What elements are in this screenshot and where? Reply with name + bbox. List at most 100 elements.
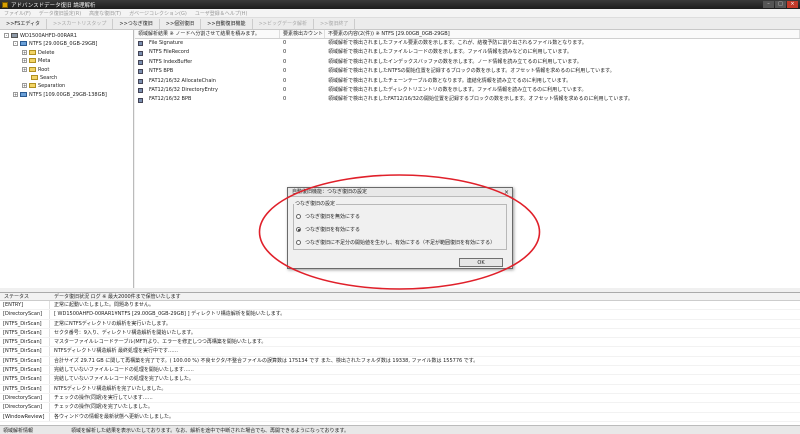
menu-help[interactable]: ユーザ登録＆ヘルプ(H) xyxy=(191,10,252,17)
log-message: チェックの操作(同期)を完了いたしました。 xyxy=(54,404,153,411)
status-left: 領域解析情報 xyxy=(3,427,34,434)
tree-item-folder[interactable]: + Meta xyxy=(0,57,133,65)
radio-disable-splice[interactable]: つなぎ復旧を無効にする xyxy=(296,213,360,220)
tree-item-label: NTFS [109.00GB_29GB-138GB] xyxy=(29,91,107,98)
row-name: NTFS IndexBuffer xyxy=(149,58,193,65)
record-icon xyxy=(138,78,143,84)
row-count: 0 xyxy=(283,40,287,46)
log-row[interactable]: [NTFS_DirScan] マスターファイルレコードテーブル(MFT)より、エラ… xyxy=(0,338,800,348)
list-row[interactable]: File Signature 0 領域解析で検出されましたファイル要素の数を示します… xyxy=(135,39,800,48)
list-row[interactable]: FAT12/16/32 BPB 0 領域解析で検出されましたFAT12/16/32の… xyxy=(135,95,800,104)
end-recovery-button[interactable]: >>復旧終了 xyxy=(314,18,356,29)
expander-icon[interactable]: + xyxy=(22,66,27,72)
folder-icon xyxy=(29,66,36,72)
radio-selected-icon xyxy=(296,227,301,232)
log-message: セクタ番号：9入り、ディレクトリ構造解析を開始いたします。 xyxy=(54,329,196,336)
log-message: NTFSディレクトリ構造解析 最終処理を実行中です…… xyxy=(54,348,178,355)
tree-item-label: Root xyxy=(38,66,50,73)
list-row[interactable]: NTFS FileRecord 0 領域解析で検出されましたファイルレコードの数を示… xyxy=(135,48,800,57)
menu-garbage-collection[interactable]: ガベージコレクション(G) xyxy=(125,10,191,17)
log-tag: [NTFS_DirScan] xyxy=(0,356,50,366)
log-column-status[interactable]: ステータス xyxy=(0,293,50,300)
log-tag: [NTFS_DirScan] xyxy=(0,384,50,393)
log-tag: [DirectoryScan] xyxy=(0,310,50,319)
column-header[interactable]: 要素検出カウント xyxy=(280,30,325,38)
expander-icon[interactable]: - xyxy=(4,33,9,38)
record-icon xyxy=(138,88,143,94)
log-message: 完結していないファイルレコードの処理を開始いたします…… xyxy=(54,367,194,374)
tree-item-label: Meta xyxy=(38,58,51,65)
maximize-button[interactable]: □ xyxy=(775,1,786,8)
log-message: マスターファイルレコードテーブル(MFT)より、エラーを修正しつつ再構築を開始い… xyxy=(54,339,267,346)
folder-icon xyxy=(29,58,36,64)
log-row[interactable]: [DirectoryScan] チェックの操作(同期)を完了いたしました。 xyxy=(0,403,800,413)
row-description: 領域解析で検出されましたディレクトリエントリの数を示します。ファイル情報を読み立… xyxy=(328,86,587,93)
expander-icon[interactable]: - xyxy=(13,41,18,47)
tree-item-folder[interactable]: Search xyxy=(0,74,133,82)
row-description: 領域解析で検出されましたファイルレコードの数を示します。ファイル情報を読みなどの… xyxy=(328,49,572,56)
tree-item-label: NTFS [29.00GB_0GB-29GB] xyxy=(29,41,98,48)
expander-icon[interactable]: + xyxy=(22,49,27,55)
scart-restart-button[interactable]: >>スカートリスタップ xyxy=(47,18,114,29)
column-header[interactable]: 領域解析結果 ※ ノードへ分割させて結果を積みます。 xyxy=(135,30,280,38)
menu-advanced-recovery[interactable]: 高度な復旧(T) xyxy=(85,10,125,17)
tree-item-volume[interactable]: - NTFS [29.00GB_0GB-29GB] xyxy=(0,40,133,48)
big-data-analysis-button[interactable]: >>ビッグデータ解析 xyxy=(253,18,314,29)
record-icon xyxy=(138,69,143,75)
record-icon xyxy=(138,97,143,103)
minimize-button[interactable]: – xyxy=(763,1,774,8)
column-header[interactable]: 不要素の内容(2(件)) ※ NTFS [29.00GB_0GB-29GB] xyxy=(325,30,800,38)
row-description: 領域解析で検出されましたFAT12/16/32の開始位置を記録するブロックの数を… xyxy=(328,96,633,103)
ok-button[interactable]: OK xyxy=(459,258,503,267)
expander-icon[interactable]: + xyxy=(22,83,27,89)
radio-enable-splice[interactable]: つなぎ復旧を有効にする xyxy=(296,226,360,233)
log-message: 完結していないファイルレコードの処理を完了いたしました。 xyxy=(54,376,194,383)
log-row[interactable]: [NTFS_DirScan] 完結していないファイルレコードの処理を開始いたします… xyxy=(0,366,800,376)
log-column-message[interactable]: データ復旧状況 ログ ※ 最大2000件まで保管いたします xyxy=(50,293,181,300)
expander-icon[interactable]: + xyxy=(22,58,27,64)
individual-recovery-button[interactable]: >>個別復旧 xyxy=(160,18,202,29)
expander-icon[interactable]: + xyxy=(13,91,18,97)
dialog-close-icon[interactable]: × xyxy=(504,188,509,197)
log-row[interactable]: [NTFS_DirScan] セクタ番号：9入り、ディレクトリ構造解析を開始いたし… xyxy=(0,328,800,339)
tree-item-volume[interactable]: + NTFS [109.00GB_29GB-138GB] xyxy=(0,91,133,99)
log-row[interactable]: [NTFS_DirScan] 完結していないファイルレコードの処理を完了いたしまし… xyxy=(0,375,800,385)
log-row[interactable]: [ENTRY] 正常に起動いたしました。問題ありません。 xyxy=(0,301,800,311)
tree-item-disk[interactable]: - WD1500AHFD-00RAR1 xyxy=(0,32,133,40)
log-row[interactable]: [DirectoryScan] [ WD1500AHFD-00RAR1¥NTFS … xyxy=(0,310,800,320)
tree-item-label: Delete xyxy=(38,49,55,56)
close-window-button[interactable]: × xyxy=(787,1,798,8)
fs-editor-button[interactable]: >>FSエディタ xyxy=(0,18,47,29)
menu-recovery-settings[interactable]: データ復旧設定(R) xyxy=(35,10,85,17)
splice-recovery-button[interactable]: >>つなぎ復旧 xyxy=(113,18,160,29)
log-row[interactable]: [NTFS_DirScan] NTFSディレクトリ構造解析 最終処理を実行中です…… xyxy=(0,347,800,357)
row-count: 0 xyxy=(283,49,287,56)
status-bar: 領域解析情報 領域を解析した結果を表示いたしております。なお、解析を途中で中断さ… xyxy=(0,425,800,434)
tree-item-label: Separation xyxy=(38,83,66,90)
list-row[interactable]: FAT12/16/32 AllocateChain 0 領域解析で検出されましたチェ… xyxy=(135,77,800,86)
log-row[interactable]: [WindowReview] 各ウィンドウの情報を最新状態へ更新いたしました。 xyxy=(0,412,800,422)
log-row[interactable]: [NTFS_DirScan] 合計サイズ 29.71 GB に関して再構築を完了で… xyxy=(0,356,800,367)
log-message: [ WD1500AHFD-00RAR1¥NTFS [29.00GB_0GB-29… xyxy=(54,311,286,318)
row-count: 0 xyxy=(283,68,287,75)
row-count: 0 xyxy=(283,96,287,103)
tree-item-folder[interactable]: + Delete xyxy=(0,49,133,57)
log-row[interactable]: [NTFS_DirScan] 正常にNTFSディレクトリの解析を実行いたします。 xyxy=(0,319,800,329)
auto-recovery-button[interactable]: >>自動復旧機能 xyxy=(201,18,253,29)
row-description: 領域解析で検出されましたインデックスバッファの数を示します。ノード情報を読み立て… xyxy=(328,58,582,65)
record-icon xyxy=(138,41,143,47)
radio-enable-splice-with-range[interactable]: つなぎ復旧に不足分の開始値を生かし、有効にする（不足が範囲復旧を有効にする） xyxy=(296,239,495,246)
list-row[interactable]: NTFS IndexBuffer 0 領域解析で検出されましたインデックスバッファの… xyxy=(135,58,800,67)
menu-file[interactable]: ファイル(F) xyxy=(0,10,35,17)
log-tag: [NTFS_DirScan] xyxy=(0,319,50,328)
log-row[interactable]: [NTFS_DirScan] NTFSディレクトリ構造解析を完了いたしました。 xyxy=(0,384,800,394)
menu-bar: ファイル(F) データ復旧設定(R) 高度な復旧(T) ガベージコレクション(G… xyxy=(0,9,800,18)
tree-item-folder[interactable]: + Separation xyxy=(0,82,133,90)
splice-recovery-dialog: 自動復旧機能：つなぎ復旧の設定 × つなぎ復旧の設定 つなぎ復旧を無効にする つ… xyxy=(287,187,513,269)
log-row[interactable]: [DirectoryScan] チェックの操作(同期)を実行しています…… xyxy=(0,393,800,404)
dialog-title: 自動復旧機能：つなぎ復旧の設定 xyxy=(292,189,368,195)
list-row[interactable]: NTFS BPB 0 領域解析で検出されましたNTFSの開始位置を記録するブロックの… xyxy=(135,67,800,76)
tree-item-folder[interactable]: + Root xyxy=(0,66,133,74)
title-bar: アドバンスドデータ復旧 論理解析 – □ × xyxy=(0,0,800,9)
list-row[interactable]: FAT12/16/32 DirectoryEntry 0 領域解析で検出されましたデ… xyxy=(135,86,800,95)
